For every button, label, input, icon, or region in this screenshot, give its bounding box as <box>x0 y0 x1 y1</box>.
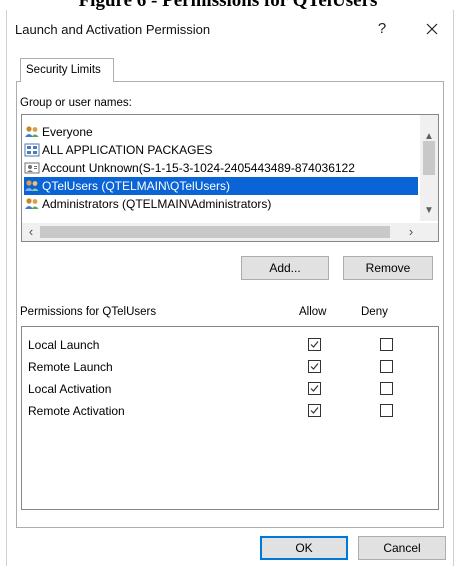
checkmark-icon <box>310 407 319 414</box>
permission-name: Local Activation <box>28 382 112 396</box>
users-icon <box>24 125 40 139</box>
add-button[interactable]: Add... <box>241 256 329 280</box>
dialog-window: Launch and Activation Permission ? Secur… <box>6 10 454 566</box>
deny-column-header: Deny <box>361 306 388 318</box>
scroll-left-icon[interactable]: ‹ <box>22 223 40 241</box>
list-item-administrators[interactable]: Administrators (QTELMAIN\Administrators) <box>24 195 418 213</box>
tab-security-limits[interactable]: Security Limits <box>20 58 114 82</box>
permission-name: Remote Launch <box>28 360 113 374</box>
checkmark-icon <box>310 363 319 370</box>
allow-checkbox[interactable] <box>308 360 321 373</box>
horizontal-scroll-thumb[interactable] <box>40 226 390 238</box>
users-icon <box>24 179 40 193</box>
list-item-everyone[interactable]: Everyone <box>24 123 418 141</box>
horizontal-scrollbar[interactable]: ‹ › <box>22 223 420 241</box>
permission-row-remote-activation: Remote Activation <box>22 401 438 423</box>
figure-caption: Figure 6 - Permissions for QTelUsers <box>0 0 456 10</box>
title-bar[interactable]: Launch and Activation Permission ? <box>7 10 453 46</box>
list-item-label: Administrators (QTELMAIN\Administrators) <box>42 197 272 211</box>
vertical-scrollbar[interactable]: ▲ ▼ <box>420 115 438 221</box>
remove-button[interactable]: Remove <box>343 256 433 280</box>
list-item-label: Account Unknown(S-1-15-3-1024-2405443489… <box>42 161 355 175</box>
list-item-label: QTelUsers (QTELMAIN\QTelUsers) <box>42 179 231 193</box>
scrollbar-corner <box>420 223 438 241</box>
help-button[interactable]: ? <box>371 18 393 40</box>
allow-checkbox[interactable] <box>308 338 321 351</box>
close-button[interactable] <box>419 18 445 40</box>
deny-checkbox[interactable] <box>380 382 393 395</box>
ok-button[interactable]: OK <box>260 536 348 560</box>
permissions-header: Permissions for QTelUsers <box>20 306 157 318</box>
allow-checkbox[interactable] <box>308 382 321 395</box>
deny-checkbox[interactable] <box>380 338 393 351</box>
deny-checkbox[interactable] <box>380 360 393 373</box>
close-icon <box>426 23 438 35</box>
deny-checkbox[interactable] <box>380 404 393 417</box>
app-packages-icon <box>24 143 40 157</box>
permission-row-local-launch: Local Launch <box>22 335 438 357</box>
scroll-right-icon[interactable]: › <box>402 223 420 241</box>
group-user-listbox[interactable]: Everyone ALL APPLICATION PACKAGES Accoun… <box>21 114 439 242</box>
permission-name: Local Launch <box>28 338 100 352</box>
permission-row-remote-launch: Remote Launch <box>22 357 438 379</box>
cancel-button[interactable]: Cancel <box>358 536 446 560</box>
permission-name: Remote Activation <box>28 404 125 418</box>
permissions-list: Local Launch Remote Launch Local Activat… <box>21 326 439 510</box>
allow-checkbox[interactable] <box>308 404 321 417</box>
checkmark-icon <box>310 385 319 392</box>
unknown-account-icon <box>24 161 40 175</box>
users-icon <box>24 197 40 211</box>
group-list-label: Group or user names: <box>20 97 132 109</box>
allow-column-header: Allow <box>299 306 327 318</box>
list-item-account-unknown[interactable]: Account Unknown(S-1-15-3-1024-2405443489… <box>24 159 418 177</box>
checkmark-icon <box>310 341 319 348</box>
window-title: Launch and Activation Permission <box>15 22 211 37</box>
list-item-label: Everyone <box>42 125 93 139</box>
permission-row-local-activation: Local Activation <box>22 379 438 401</box>
list-item-all-application-packages[interactable]: ALL APPLICATION PACKAGES <box>24 141 418 159</box>
scroll-down-icon[interactable]: ▼ <box>420 203 438 219</box>
tab-label: Security Limits <box>26 64 101 76</box>
list-item-qtelusers[interactable]: QTelUsers (QTELMAIN\QTelUsers) <box>24 177 418 195</box>
list-item-label: ALL APPLICATION PACKAGES <box>42 143 213 157</box>
vertical-scroll-thumb[interactable] <box>423 141 435 175</box>
